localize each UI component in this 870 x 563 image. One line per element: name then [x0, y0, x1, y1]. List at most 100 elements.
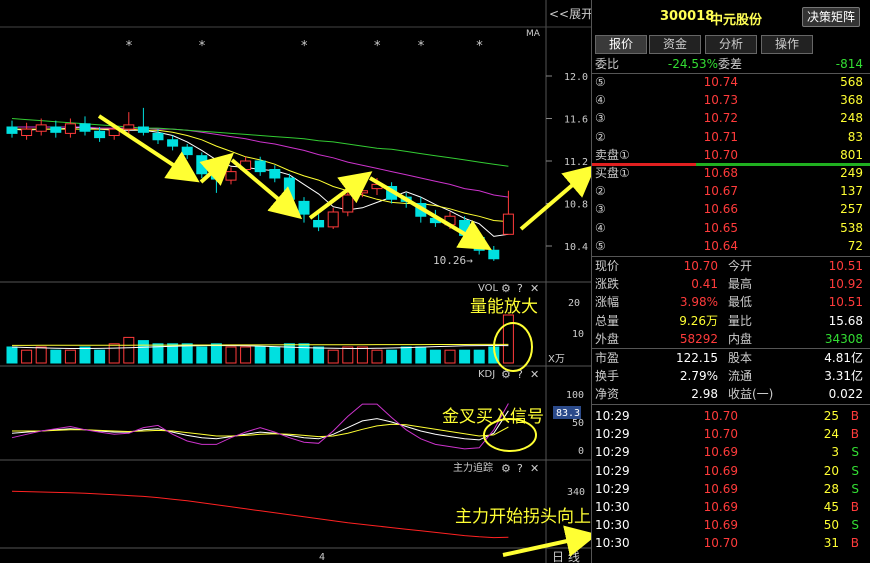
tick-volume: 3 [831, 445, 839, 460]
volume-bar [269, 346, 281, 364]
zhuli-help-icon[interactable]: ? [517, 462, 523, 475]
candlestick[interactable] [269, 165, 281, 183]
annotation-volume-expand: 量能放大 [470, 297, 538, 317]
tick-row: 10:29 10.69 20 S [592, 462, 870, 480]
sell-row[interactable]: ② 10.71 83 [592, 128, 870, 146]
tick-price: 10.69 [703, 445, 738, 460]
volume-bar [21, 349, 33, 364]
tab-operation[interactable]: 操作 [761, 35, 813, 54]
candlestick[interactable] [356, 182, 368, 198]
tick-time: 10:29 [595, 463, 630, 478]
stat-label: 最高 [728, 277, 753, 292]
candlestick[interactable] [64, 118, 76, 138]
kdj-close-icon[interactable]: ✕ [530, 368, 539, 381]
zhuli-settings-icon[interactable]: ⚙ [501, 462, 511, 475]
zhuli-close-icon[interactable]: ✕ [530, 462, 539, 475]
tick-side: S [851, 445, 859, 460]
kline-chart-area[interactable]: <<展开 MA * * * * * * 12.0 11.6 11.2 10.8 10.4 10.2… [0, 0, 591, 563]
tick-volume: 28 [823, 481, 839, 496]
tick-time: 10:29 [595, 409, 630, 423]
fundamental-label: 换手 [595, 369, 620, 384]
stock-code: 300018 [660, 9, 715, 24]
buy-row[interactable]: ⑤ 10.64 72 [592, 237, 870, 255]
decision-matrix-button[interactable]: 决策矩阵 [802, 7, 860, 27]
quote-header: 300018 中元股份 决策矩阵 [592, 0, 870, 34]
sell-row[interactable]: ⑤ 10.74 568 [592, 73, 870, 91]
stat-row: 总量 9.26万 量比 15.68 [592, 312, 870, 330]
weibi-label: 委比 [595, 57, 620, 71]
kline-chart-svg[interactable]: <<展开 MA * * * * * * 12.0 11.6 11.2 10.8 10.4 10.2… [0, 0, 591, 563]
candlestick[interactable] [21, 122, 33, 140]
tab-quote[interactable]: 报价 [595, 35, 647, 54]
candle-body [167, 139, 179, 147]
tick-volume: 25 [823, 409, 839, 423]
tick-volume: 45 [823, 500, 839, 514]
fundamental-row: 净资 2.98 收益(一) 0.022 [592, 385, 870, 403]
candle-body [502, 213, 514, 235]
fundamental-value: 4.81亿 [824, 351, 863, 365]
sell-row[interactable]: ④ 10.73 368 [592, 91, 870, 109]
weicha-label: 委差 [718, 57, 743, 71]
candlestick[interactable] [79, 116, 91, 136]
trend-arrow-1 [97, 114, 200, 183]
candlestick[interactable] [181, 144, 193, 159]
sell-row[interactable]: 卖盘① 10.70 801 [592, 146, 870, 164]
candlestick[interactable] [50, 120, 62, 138]
stat-value: 9.26万 [679, 313, 718, 328]
stat-value: 10.51 [828, 259, 863, 273]
candle-body [79, 123, 91, 132]
volume-bar [371, 349, 383, 364]
period-label[interactable]: 日 线 [552, 550, 580, 563]
kdj-tick-50: 50 [572, 418, 584, 429]
quote-tabs: 报价 资金 分析 操作 [595, 35, 870, 55]
tick-time: 10:29 [595, 445, 630, 460]
tick-volume: 24 [823, 427, 839, 442]
expand-button[interactable]: <<展开 [549, 7, 591, 21]
sell-level-label: ④ [595, 93, 606, 108]
fundamental-value: 3.31亿 [824, 369, 863, 384]
tick-price: 10.70 [703, 409, 738, 423]
weibi-value: -24.53% [667, 57, 718, 71]
candlestick[interactable] [502, 190, 514, 235]
sell-row[interactable]: ③ 10.72 248 [592, 109, 870, 127]
volume-bar [400, 346, 412, 364]
vol-tick-10: 10 [572, 329, 584, 340]
buy-row[interactable]: ③ 10.66 257 [592, 200, 870, 218]
candlestick[interactable] [488, 246, 500, 261]
tick-row: 10:29 10.69 28 S [592, 480, 870, 498]
volume-bar [35, 346, 47, 364]
buy-price: 10.66 [703, 202, 738, 217]
fundamental-label: 收益(一) [728, 387, 774, 402]
sell-level-label: ⑤ [595, 75, 606, 89]
buy-row[interactable]: 买盘① 10.68 249 [592, 164, 870, 182]
buy-row[interactable]: ② 10.67 137 [592, 182, 870, 200]
volume-bar [50, 349, 62, 364]
stat-row: 现价 10.70 今开 10.51 [592, 257, 870, 275]
candle-body [313, 220, 325, 228]
candle-body [181, 146, 193, 156]
signal-star-icon: * [126, 39, 133, 54]
stat-value: 58292 [679, 331, 718, 346]
candlestick[interactable] [327, 207, 339, 229]
candlestick[interactable] [6, 120, 18, 138]
candlestick[interactable] [167, 135, 179, 151]
volume-bar [94, 349, 106, 364]
tick-side: B [850, 427, 859, 442]
signal-star-icon: * [199, 39, 206, 54]
tab-analysis[interactable]: 分析 [705, 35, 757, 54]
tab-funds[interactable]: 资金 [649, 35, 701, 54]
candlestick[interactable] [137, 107, 149, 136]
buy-row[interactable]: ④ 10.65 538 [592, 219, 870, 237]
volume-bar [415, 346, 427, 364]
vol-tick-20: 20 [568, 298, 580, 309]
candlestick[interactable] [298, 197, 310, 223]
buy-price: 10.65 [703, 220, 738, 235]
kdj-k-line [11, 410, 509, 441]
candlestick[interactable] [225, 167, 237, 185]
volume-bar [459, 349, 471, 364]
candle-body [35, 124, 47, 132]
buy-volume: 137 [840, 184, 863, 199]
candlestick[interactable] [283, 173, 295, 204]
tick-side: S [851, 518, 859, 533]
candlestick[interactable] [196, 152, 208, 179]
